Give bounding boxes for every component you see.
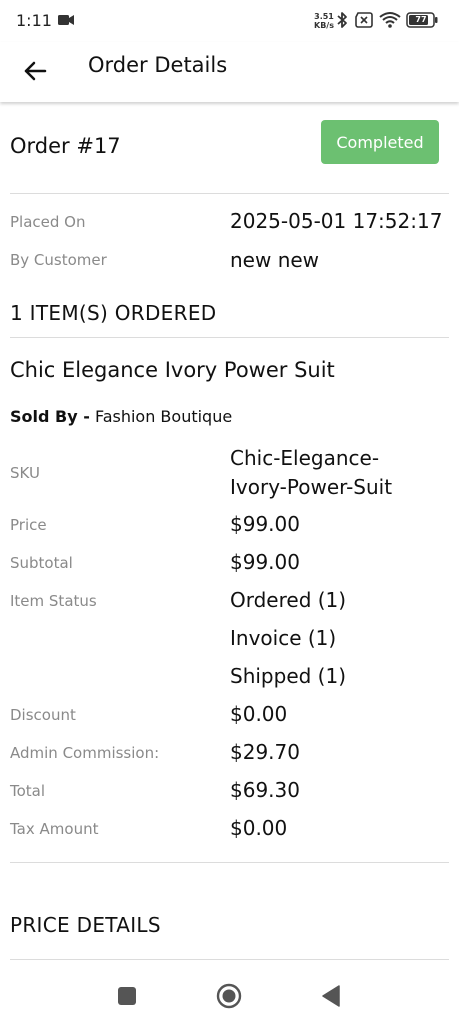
admin-commission-value: $29.70: [230, 740, 300, 764]
subtotal-label: Subtotal: [10, 554, 73, 572]
arrow-left-icon: [24, 61, 47, 81]
divider: [10, 959, 449, 960]
network-speed-value: 3.51: [314, 12, 334, 21]
price-value: $99.00: [230, 512, 300, 536]
bluetooth-icon: [337, 12, 347, 28]
sold-by-label: Sold By -: [10, 407, 90, 426]
video-record-icon: [58, 15, 74, 25]
price-details-heading: PRICE DETAILS: [10, 913, 161, 937]
sold-by: Sold By - Fashion Boutique: [10, 407, 232, 426]
system-back-button[interactable]: [317, 982, 345, 1010]
divider: [10, 337, 449, 338]
back-triangle-icon: [322, 985, 340, 1007]
items-ordered-heading: 1 ITEM(S) ORDERED: [10, 301, 217, 325]
admin-commission-label: Admin Commission:: [10, 744, 160, 762]
network-speed: 3.51 KB/s: [312, 12, 336, 30]
item-status-invoice: Invoice (1): [230, 626, 337, 650]
total-label: Total: [10, 782, 46, 800]
item-status-label: Item Status: [10, 592, 97, 610]
placed-on-label: Placed On: [10, 213, 86, 231]
sku-value-line1: Chic-Elegance-: [230, 446, 380, 470]
system-nav-bar: [0, 968, 459, 1024]
sku-value-line2: Ivory-Power-Suit: [230, 475, 393, 499]
sold-by-value: Fashion Boutique: [94, 407, 233, 426]
back-button[interactable]: [18, 54, 52, 88]
order-title: Order #17: [10, 134, 121, 158]
placed-on-value: 2025-05-01 17:52:17: [230, 209, 443, 233]
item-status-ordered: Ordered (1): [230, 588, 347, 612]
sku-label: SKU: [10, 464, 40, 482]
status-bar: 1:11 3.51 KB/s 77: [0, 0, 459, 42]
home-circle-icon: [216, 983, 242, 1009]
app-bar: Order Details: [0, 42, 459, 102]
recents-square-icon: [118, 987, 136, 1005]
recents-button[interactable]: [113, 982, 141, 1010]
price-label: Price: [10, 516, 47, 534]
status-badge: Completed: [321, 120, 439, 164]
divider: [10, 193, 449, 194]
total-value: $69.30: [230, 778, 300, 802]
tax-amount-label: Tax Amount: [10, 820, 99, 838]
page-title: Order Details: [88, 53, 228, 77]
subtotal-value: $99.00: [230, 550, 300, 574]
network-speed-unit: KB/s: [314, 21, 334, 30]
customer-value: new new: [230, 248, 320, 272]
wifi-icon: [379, 12, 401, 28]
customer-label: By Customer: [10, 251, 107, 269]
home-button[interactable]: [215, 982, 243, 1010]
battery-level: 77: [415, 15, 427, 24]
discount-value: $0.00: [230, 702, 288, 726]
status-time: 1:11: [16, 11, 52, 30]
divider: [10, 862, 449, 863]
no-sim-icon: [355, 12, 373, 28]
item-status-shipped: Shipped (1): [230, 664, 347, 688]
discount-label: Discount: [10, 706, 76, 724]
product-name: Chic Elegance Ivory Power Suit: [10, 358, 335, 382]
tax-amount-value: $0.00: [230, 816, 288, 840]
